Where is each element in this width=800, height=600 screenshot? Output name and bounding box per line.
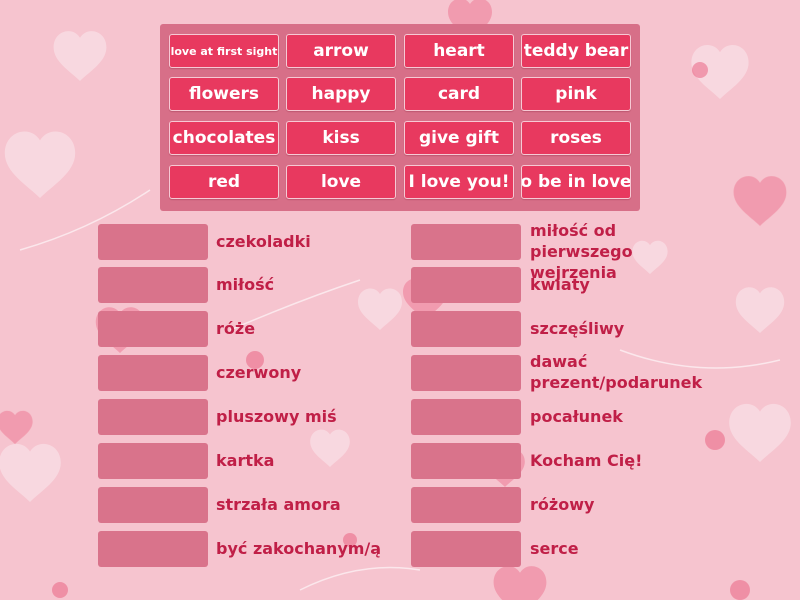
drop-slot[interactable] (411, 311, 521, 347)
word-tile[interactable]: love at first sight (169, 34, 279, 68)
drop-slot[interactable] (98, 399, 208, 435)
drop-slot[interactable] (98, 267, 208, 303)
drop-slot[interactable] (98, 224, 208, 260)
translation-label: czerwony (216, 363, 302, 382)
translation-label: miłość (216, 275, 275, 294)
translation-label: serce (530, 539, 579, 558)
drop-slot[interactable] (98, 443, 208, 479)
word-tile[interactable]: kiss (286, 121, 396, 155)
drop-slot[interactable] (98, 531, 208, 567)
word-tile[interactable]: card (404, 77, 514, 111)
translation-label: pluszowy miś (216, 407, 337, 426)
translation-label: dawać prezent/podarunek (530, 352, 703, 392)
translation-label: czekoladki (216, 232, 311, 251)
word-tile[interactable]: chocolates (169, 121, 279, 155)
word-tile[interactable]: arrow (286, 34, 396, 68)
drop-slot[interactable] (411, 487, 521, 523)
word-tile[interactable]: teddy bear (521, 34, 631, 68)
drop-slot[interactable] (411, 399, 521, 435)
translation-label: być zakochanym/ą (216, 539, 382, 558)
translation-label: strzała amora (216, 495, 341, 514)
translation-label: pocałunek (530, 407, 623, 426)
drop-slot[interactable] (411, 224, 521, 260)
drop-slot[interactable] (411, 531, 521, 567)
translation-label: różowy (530, 495, 595, 514)
word-tile[interactable]: flowers (169, 77, 279, 111)
word-tile[interactable]: red (169, 165, 279, 199)
word-tile[interactable]: heart (404, 34, 514, 68)
translation-label: róże (216, 319, 256, 338)
word-tile[interactable]: happy (286, 77, 396, 111)
drop-slot[interactable] (411, 355, 521, 391)
word-tile[interactable]: pink (521, 77, 631, 111)
translation-label: kartka (216, 451, 275, 470)
translation-label: Kocham Cię! (530, 451, 643, 470)
drop-slot[interactable] (98, 487, 208, 523)
word-tile[interactable]: o be in love (521, 165, 631, 199)
drop-slot[interactable] (98, 311, 208, 347)
word-tile[interactable]: roses (521, 121, 631, 155)
translation-label: kwiaty (530, 275, 590, 294)
translation-label: szczęśliwy (530, 319, 625, 338)
drop-slot[interactable] (98, 355, 208, 391)
drop-slot[interactable] (411, 267, 521, 303)
drop-slot[interactable] (411, 443, 521, 479)
word-tile[interactable]: give gift (404, 121, 514, 155)
word-tile[interactable]: I love you! (404, 165, 514, 199)
word-tile[interactable]: love (286, 165, 396, 199)
